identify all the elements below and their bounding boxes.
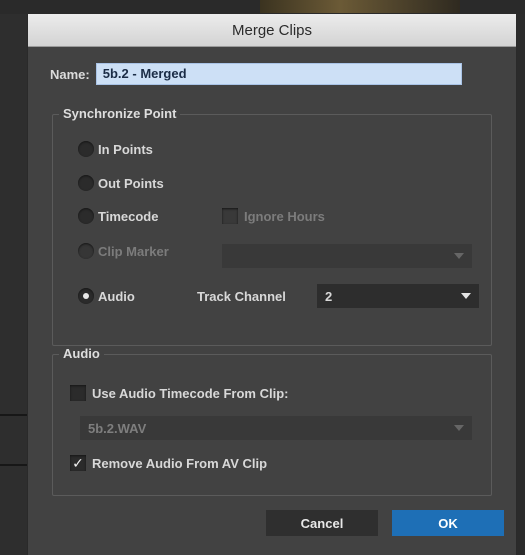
radio-in-points-label: In Points <box>98 141 153 157</box>
chevron-down-icon <box>454 425 464 431</box>
ignore-hours-checkbox[interactable]: Ignore Hours <box>222 208 325 224</box>
timeline-track-line <box>0 414 28 416</box>
chevron-down-icon <box>454 253 464 259</box>
radio-in-points[interactable]: In Points <box>78 141 153 157</box>
radio-circle-icon[interactable] <box>78 243 94 259</box>
ok-button[interactable]: OK <box>392 510 504 536</box>
track-channel-select[interactable]: 2 <box>317 284 479 308</box>
name-label: Name: <box>50 66 90 82</box>
track-channel-label: Track Channel <box>197 289 286 304</box>
audio-clip-value: 5b.2.WAV <box>88 420 147 436</box>
audio-legend: Audio <box>59 346 104 361</box>
track-channel-row: Track Channel <box>197 289 286 304</box>
background-thumbnail <box>260 0 460 14</box>
background-panel-right <box>516 14 525 555</box>
radio-out-points[interactable]: Out Points <box>78 175 164 191</box>
radio-circle-icon[interactable] <box>78 208 94 224</box>
merge-clips-dialog: Merge Clips Name: 5b.2 - Merged Synchron… <box>28 14 516 555</box>
track-channel-value: 2 <box>325 288 333 304</box>
radio-clip-marker[interactable]: Clip Marker <box>78 243 169 259</box>
radio-circle-icon[interactable] <box>78 141 94 157</box>
cancel-button[interactable]: Cancel <box>266 510 378 536</box>
background-panel-left <box>0 14 28 555</box>
name-input[interactable]: 5b.2 - Merged <box>95 63 462 85</box>
remove-audio-checkbox[interactable]: ✓ Remove Audio From AV Clip <box>70 455 267 471</box>
radio-audio-label: Audio <box>98 288 135 304</box>
radio-out-points-label: Out Points <box>98 175 164 191</box>
audio-clip-select[interactable]: 5b.2.WAV <box>80 416 472 440</box>
radio-timecode-label: Timecode <box>98 208 159 224</box>
dialog-title: Merge Clips <box>231 21 313 39</box>
background-window-top <box>0 0 525 14</box>
use-audio-timecode-checkbox[interactable]: Use Audio Timecode From Clip: <box>70 385 288 401</box>
clip-marker-select[interactable] <box>222 244 472 268</box>
radio-clip-marker-label: Clip Marker <box>98 243 169 259</box>
radio-circle-icon[interactable] <box>78 175 94 191</box>
name-row: Name: 5b.2 - Merged <box>50 62 462 86</box>
radio-timecode[interactable]: Timecode <box>78 208 158 224</box>
remove-audio-label: Remove Audio From AV Clip <box>92 455 268 471</box>
checkbox-icon[interactable] <box>222 208 238 224</box>
radio-audio[interactable]: Audio <box>78 288 135 304</box>
ignore-hours-label: Ignore Hours <box>244 208 325 224</box>
use-audio-timecode-label: Use Audio Timecode From Clip: <box>92 385 289 401</box>
chevron-down-icon <box>461 293 471 299</box>
synchronize-point-legend: Synchronize Point <box>59 106 181 121</box>
checkmark-icon[interactable]: ✓ <box>70 455 86 471</box>
checkbox-icon[interactable] <box>70 385 86 401</box>
dialog-titlebar[interactable]: Merge Clips <box>28 14 516 47</box>
radio-circle-icon[interactable] <box>78 288 94 304</box>
timeline-track-line <box>0 464 28 466</box>
